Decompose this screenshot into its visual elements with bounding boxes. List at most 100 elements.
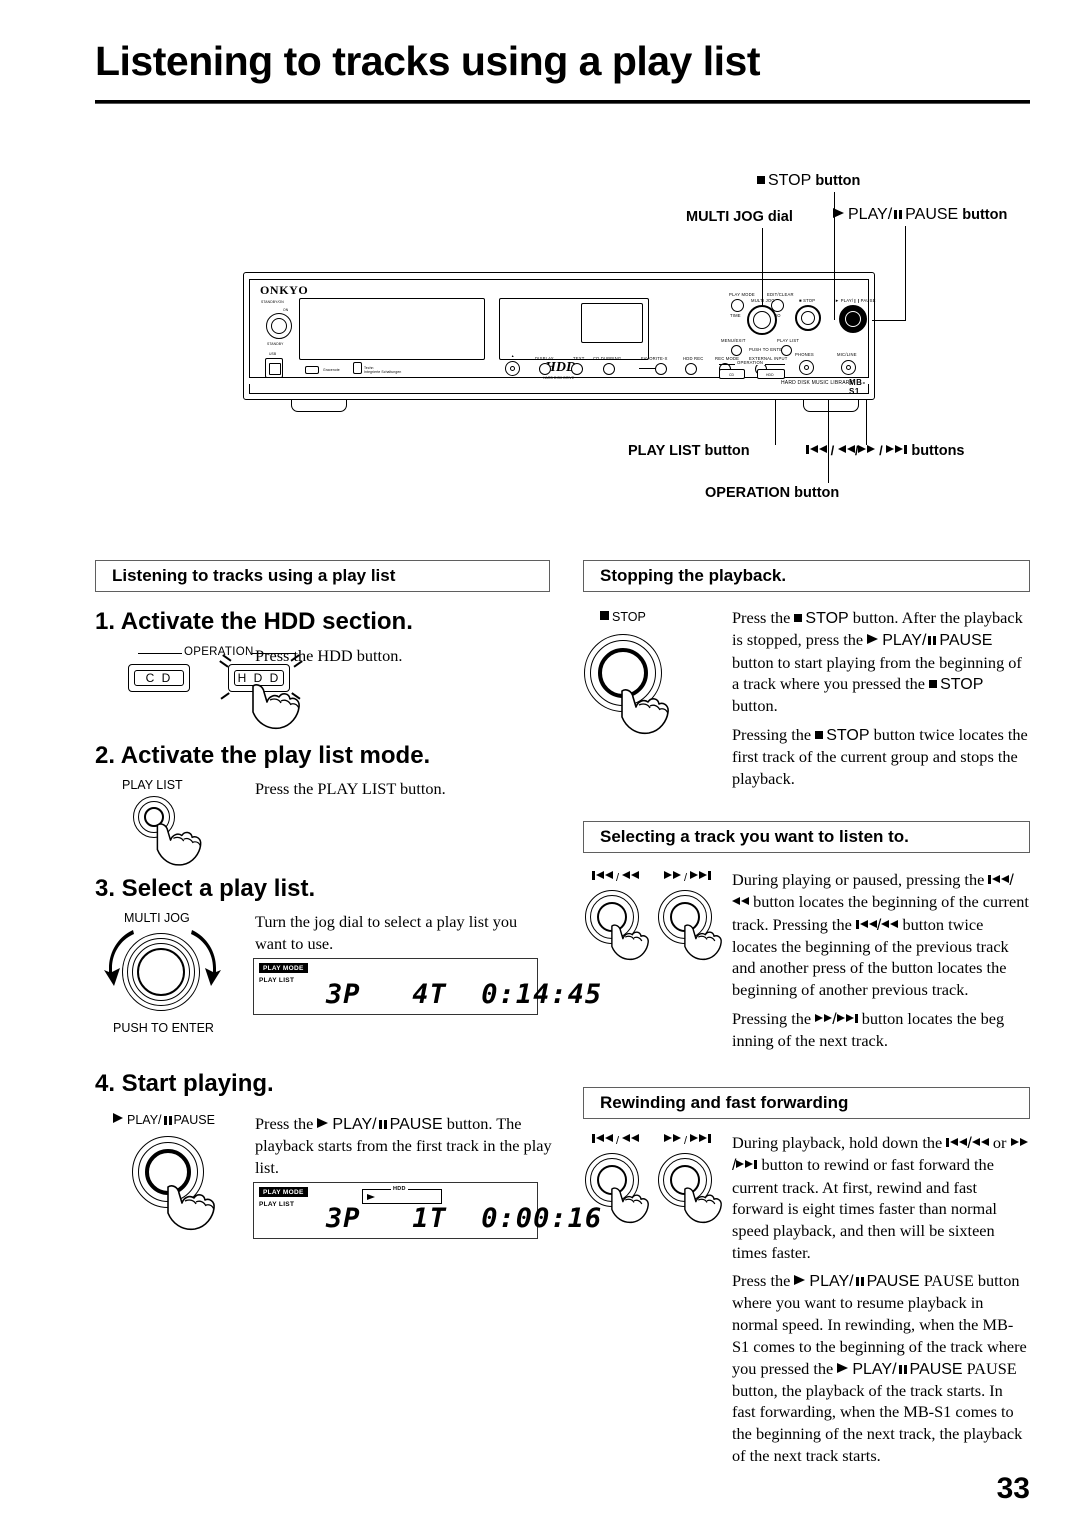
play-pause-panel-label: ► PLAY/❙❙PAUSE <box>835 298 876 303</box>
cd-dubbing-button[interactable] <box>603 363 615 375</box>
play-list-button[interactable] <box>781 345 792 356</box>
text-button-label: TEXT <box>573 356 585 361</box>
rotate-left-arrow-icon <box>104 930 134 986</box>
rewinding-paragraph-2: Press the PLAY/PAUSE PAUSE button where … <box>732 1271 1027 1465</box>
menu-exit-button[interactable] <box>731 345 742 356</box>
callout-play-pause-button: PLAY/PAUSE button <box>833 206 1007 224</box>
cd-dubbing-label: CD DUBBING <box>593 356 622 361</box>
lcd-play-list-label: PLAY LIST <box>259 977 295 984</box>
selecting-paragraphs: During playing or paused, pressing the /… <box>732 869 1030 1059</box>
lcd-play-arrow-icon <box>367 1194 375 1200</box>
display-button-label: DISPLAY <box>535 356 554 361</box>
lcd-play-list-label: PLAY LIST <box>259 1201 295 1208</box>
multi-jog-panel-label: MULTI JOG <box>751 298 775 303</box>
text-button[interactable] <box>571 363 583 375</box>
device-foot-left <box>291 399 347 412</box>
phones-jack <box>799 360 814 375</box>
device-model-number: MB-S1 <box>849 378 866 396</box>
onkyo-logo: ONKYO <box>260 283 309 297</box>
play-list-panel-label: PLAY LIST <box>777 338 800 343</box>
step-2-button-label: PLAY LIST <box>122 778 183 792</box>
callout-stop-button: STOP button <box>757 172 860 190</box>
edit-clear-label: EDIT/CLEAR <box>767 292 794 297</box>
device-sub-window-inner <box>581 303 643 343</box>
stopping-paragraphs: Press the STOP STOP button. After the pl… <box>732 607 1030 797</box>
step-3-dial-label: MULTI JOG <box>124 911 190 925</box>
hdd-logo-sub: HARD DISK DRIVE <box>543 376 575 380</box>
manual-page: Listening to tracks using a play list ST… <box>0 0 1080 1528</box>
favorite-button[interactable] <box>655 363 667 375</box>
leader-line-playpause-h <box>872 320 906 322</box>
menu-exit-label: MENU/EXIT <box>721 338 746 343</box>
stop-panel-label: ■ STOP <box>799 298 816 303</box>
device-model-label: HARD DISK MUSIC LIBRARY <box>781 380 854 386</box>
pointing-hand-icon <box>611 1187 649 1224</box>
lcd-display-step4: PLAY MODE PLAY LIST HDD 3P 1T 0:00:16 <box>253 1182 601 1239</box>
play-pause-button[interactable] <box>839 305 867 333</box>
pointing-hand-icon <box>684 1187 722 1224</box>
step-3-heading: 3. Select a play list. <box>95 875 316 902</box>
stop-square-icon <box>757 176 765 184</box>
step-4-button-label: PLAY/PAUSE <box>113 1113 215 1127</box>
device-foot-right <box>803 399 859 412</box>
pointing-hand-icon <box>621 689 669 735</box>
phones-label: PHONES <box>795 352 814 357</box>
pause-bars-icon <box>894 210 903 219</box>
eject-icon: ▲ <box>511 354 515 358</box>
standby-on-label: ON <box>283 308 289 312</box>
leader-line-playpause-v <box>905 226 907 320</box>
lcd-readout: 3P 1T 0:00:16 <box>326 1203 603 1234</box>
next-track-icon <box>886 445 908 454</box>
rewind-icon <box>837 445 855 454</box>
step-2-text: Press the PLAY LIST button. <box>255 779 446 798</box>
eject-button[interactable] <box>505 361 520 376</box>
prev-rew-label: / <box>592 1134 640 1147</box>
play-mode-button[interactable] <box>731 299 744 312</box>
step-1-heading: 1. Activate the HDD section. <box>95 608 413 635</box>
hdd-rec-button[interactable] <box>685 363 697 375</box>
mic-label: MIC/LINE <box>837 352 857 357</box>
callout-skip-buttons: / / / buttons <box>806 443 965 459</box>
right-section-header-rewinding: Rewinding and fast forwarding <box>583 1087 1030 1119</box>
right-section-header-stopping: Stopping the playback. <box>583 560 1030 592</box>
time-label: TIME <box>730 313 741 318</box>
multi-jog-dial[interactable] <box>747 305 777 335</box>
stop-illustration-label: STOP <box>600 610 646 624</box>
play-mode-label: PLAY MODE <box>729 292 755 297</box>
operation-hdd-button-device[interactable]: HDD <box>757 369 785 379</box>
logo-mark-1 <box>305 366 319 374</box>
pointing-hand-icon <box>167 1185 215 1231</box>
cd-button-outer[interactable]: C D <box>128 664 190 692</box>
page-title: Listening to tracks using a play list <box>95 38 761 84</box>
usb-label: USB <box>269 352 277 356</box>
standby-power-button[interactable] <box>266 313 292 339</box>
rewinding-paragraph-1: During playback, hold down the / or / bu… <box>732 1132 1030 1263</box>
favorite-label: FAVORITE-X <box>641 356 668 361</box>
selecting-paragraph-1: During playing or paused, pressing the /… <box>732 870 1029 1000</box>
device-display-window <box>299 298 485 360</box>
pointing-hand-icon <box>611 924 649 961</box>
stopping-paragraph-1: Press the STOP STOP button. After the pl… <box>732 608 1023 716</box>
fast-forward-icon <box>858 445 876 454</box>
callout-multi-jog-dial: MULTI JOG dial <box>686 209 793 225</box>
leader-line-operation <box>828 400 830 483</box>
lcd-readout: 3P 4T 0:14:45 <box>326 979 603 1010</box>
pointing-hand-icon <box>156 823 202 866</box>
logo-mark-2 <box>353 362 362 374</box>
title-divider <box>95 100 1030 104</box>
prev-rew-label: / <box>592 871 640 884</box>
rewinding-paragraphs: During playback, hold down the / or / bu… <box>732 1132 1030 1473</box>
rotate-right-arrow-icon <box>191 930 221 986</box>
selecting-paragraph-2: Pressing the / button locates the beg in… <box>732 1008 1005 1051</box>
lcd-play-mode-badge: PLAY MODE <box>259 963 308 973</box>
stop-button[interactable] <box>795 305 821 331</box>
operation-label: OPERATION <box>184 646 254 658</box>
operation-cd-button-device[interactable]: CD <box>719 369 745 379</box>
lcd-play-mode-badge: PLAY MODE <box>259 1187 308 1197</box>
device-base <box>249 384 869 394</box>
logo-text-1: Gracenote <box>323 368 340 372</box>
step-1-text: Press the HDD button. <box>255 646 403 665</box>
mic-jack <box>841 360 856 375</box>
display-button[interactable] <box>539 363 551 375</box>
hdd-rec-label: HDD REC <box>683 356 704 361</box>
